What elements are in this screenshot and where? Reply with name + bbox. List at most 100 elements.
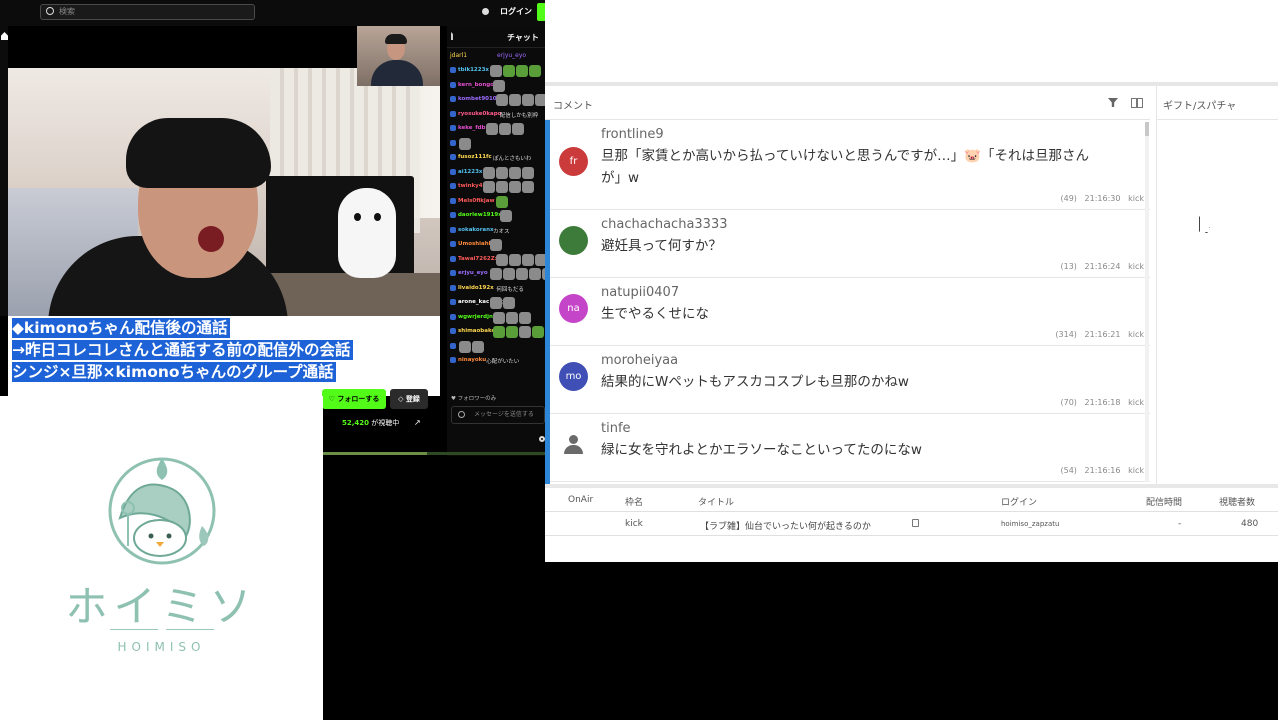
login-link[interactable]: ログイン (500, 6, 532, 17)
avatar[interactable] (559, 430, 588, 459)
chat-username[interactable]: kern_bongo (458, 82, 494, 88)
chat-username[interactable]: erjyu_eyo (458, 270, 488, 276)
chat-username[interactable]: daorlew1919x (458, 212, 502, 218)
chat-username[interactable]: sokakoranx (458, 227, 494, 233)
chat-message[interactable]: ryosuke0kapo 配信しかも別枠 (447, 108, 545, 123)
emoji-icon[interactable] (458, 411, 465, 418)
col-viewers[interactable]: 視聴者数 (1219, 495, 1255, 508)
comment-username[interactable]: tinfe (601, 421, 631, 436)
avatar[interactable] (559, 226, 588, 255)
chat-message[interactable]: keke_fdb (447, 122, 545, 137)
chat-message[interactable]: fusoz111fc ぽんとさもいわ (447, 151, 545, 166)
user-badge-icon (450, 183, 456, 189)
avatar[interactable]: na (559, 294, 588, 323)
chat-message[interactable]: daorlew1919x (447, 209, 545, 224)
chat-username[interactable]: ai1223x (458, 169, 482, 175)
streamer-hair (126, 118, 271, 188)
chat-message[interactable]: kombet9010z (447, 93, 545, 108)
chat-message[interactable]: ninayoku 心配がいたい (447, 354, 545, 369)
user-badge-icon (450, 284, 456, 291)
col-frame[interactable]: 枠名 (625, 495, 643, 508)
chat-username[interactable]: livaido192x (458, 285, 494, 291)
comment-text: 旦那「家賃とか高いから払っていけないと思うんですが…」🐷「それは旦那さんが」w (601, 148, 1089, 186)
chat-message[interactable]: ai1223x (447, 166, 545, 181)
copy-icon[interactable] (912, 519, 919, 527)
comment-scrollbar[interactable] (1145, 122, 1149, 482)
avatar[interactable]: mo (559, 362, 588, 391)
chat-message[interactable]: wgwrjerdjn (447, 311, 545, 326)
comment-item[interactable]: mo moroheiyaa 結果的にWペットもアスカコスプレも旦那のかねw (70) … (550, 346, 1150, 414)
comments-header: コメント (545, 86, 1150, 120)
emote-icon (482, 166, 495, 179)
chat-message[interactable]: erjyu_eyo (447, 267, 545, 282)
viewer-count-value: 52,420 (342, 419, 370, 427)
chat-username[interactable]: shimaobako (458, 328, 495, 334)
chat-username[interactable]: ninayoku (458, 357, 486, 363)
chat-message[interactable] (447, 340, 545, 355)
col-title[interactable]: タイトル (698, 495, 734, 508)
subscribe-button[interactable]: ◇ 登録 (390, 389, 428, 409)
chat-message[interactable]: livaido192x 何回もだる (447, 282, 545, 297)
emote-icon (519, 326, 531, 338)
chat-username[interactable]: keke_fdb (458, 125, 486, 131)
comment-username[interactable]: natupii0407 (601, 285, 679, 300)
col-onair[interactable]: OnAir (568, 495, 593, 505)
chat-message[interactable]: Tawai7262Zx (447, 253, 545, 268)
comment-username[interactable]: chachachacha3333 (601, 217, 728, 232)
chat-username[interactable]: ryosuke0kapo (458, 111, 501, 117)
chat-username[interactable]: wgwrjerdjn (458, 314, 493, 320)
chat-message[interactable]: tbik1223x (447, 64, 545, 79)
col-duration[interactable]: 配信時間 (1146, 495, 1182, 508)
chat-input[interactable]: メッセージを送信する (451, 406, 545, 424)
chat-username[interactable]: Mels0fikjaw (458, 198, 495, 204)
chat-message[interactable]: sokakoranx カオス (447, 224, 545, 239)
comment-meta: (49) 21:16:30 kick (1060, 194, 1145, 203)
comment-item[interactable]: chachachacha3333 避妊具って何すか？ (13) 21:16:24 k… (550, 210, 1150, 278)
comment-item[interactable]: na natupii0407 生でやるくせにな (314) 21:16:21 kick (550, 278, 1150, 346)
follow-button[interactable]: ♡ フォローする (322, 389, 386, 409)
avatar[interactable]: fr (559, 147, 588, 176)
comment-username[interactable]: frontline9 (601, 127, 664, 142)
pinned-user[interactable]: erjyu_eyo (497, 52, 526, 59)
columns-icon[interactable] (1131, 98, 1143, 108)
chat-username[interactable]: tbik1223x (458, 67, 489, 73)
emote-icon (486, 123, 499, 135)
chat-username[interactable]: twinky4 (458, 183, 483, 189)
cell-viewers: 480 (1241, 519, 1259, 529)
comment-item[interactable]: fr frontline9 旦那「家賃とか高いから払っていけないと思うんですが…」🐷… (550, 120, 1150, 210)
user-badge-icon (450, 125, 456, 131)
collapse-chat-icon[interactable] (451, 32, 459, 40)
comment-viewer: コメント fr frontline9 旦那「家賃とか高いから払っていけないと思うんで… (545, 86, 1278, 562)
table-row[interactable]: kick 【ラブ雑】仙台でいったい何が起きるのか hoimiso_zapzatu… (545, 512, 1278, 536)
search-input[interactable]: 検索 (40, 4, 255, 20)
chat-header: チャット (447, 26, 545, 48)
emote-icon (482, 181, 495, 193)
chat-message[interactable] (447, 137, 545, 152)
emote-icon (509, 253, 522, 266)
chat-username[interactable]: Umoshiahb (458, 241, 493, 247)
chat-username[interactable]: arone_kac (458, 299, 489, 305)
share-icon[interactable]: ↗ (414, 418, 421, 427)
chat-message[interactable]: Umoshiahb (447, 238, 545, 253)
filter-icon[interactable] (1108, 98, 1118, 107)
chat-message[interactable]: Mels0fikjaw (447, 195, 545, 210)
pinned-user[interactable]: jdarl1 (450, 52, 467, 59)
chat-message[interactable]: twinky4 (447, 180, 545, 195)
chat-message[interactable]: arone_kacお何何 (447, 296, 545, 311)
chat-message[interactable]: kern_bongo (447, 79, 545, 94)
stream-video[interactable] (8, 68, 440, 316)
chat-message[interactable]: shimaobako (447, 325, 545, 340)
streamer-mouth (198, 226, 224, 252)
chat-username[interactable]: kombet9010z (458, 96, 500, 102)
comment-username[interactable]: moroheiyaa (601, 353, 678, 368)
chat-username[interactable]: fusoz111fc (458, 154, 492, 160)
comment-text: 結果的にWペットもアスカコスプレも旦那のかねw (601, 374, 909, 390)
chat-username[interactable]: Tawai7262Zx (458, 256, 498, 262)
user-badge-icon (450, 67, 456, 73)
comment-item[interactable]: tinfe 緑に女を守れよとかエラソーなこといってたのになw (54) 21:16:… (550, 414, 1150, 482)
progress-bar (322, 452, 545, 455)
theme-toggle-icon[interactable] (482, 8, 489, 15)
comment-text: 避妊具って何すか？ (601, 238, 722, 254)
col-login[interactable]: ログイン (1001, 495, 1037, 508)
viewer-top-area (545, 0, 1278, 88)
